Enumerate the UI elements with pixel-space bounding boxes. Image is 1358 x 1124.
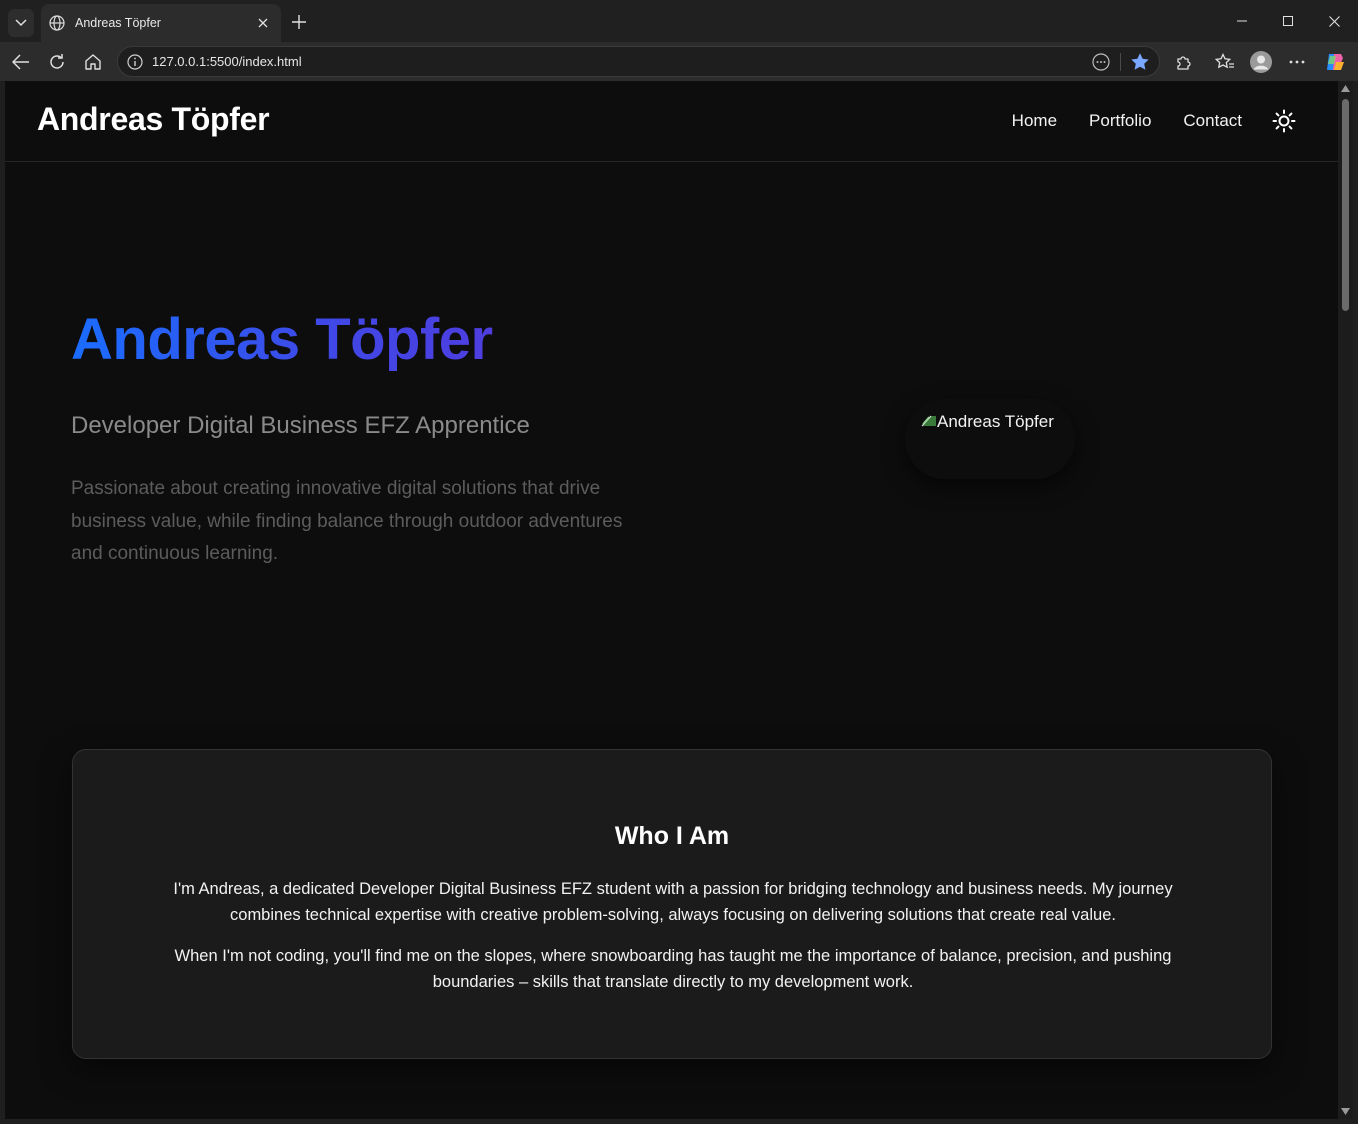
favorite-star-icon[interactable] bbox=[1129, 51, 1151, 73]
nav-home-link[interactable]: Home bbox=[1012, 111, 1057, 131]
scroll-down-arrow-icon[interactable] bbox=[1341, 1108, 1350, 1115]
minimize-icon bbox=[1237, 20, 1247, 22]
hero-subtitle: Developer Digital Business EFZ Apprentic… bbox=[71, 412, 530, 439]
more-horizontal-icon bbox=[1289, 60, 1305, 64]
copilot-icon bbox=[1327, 54, 1344, 70]
copilot-button[interactable] bbox=[1320, 47, 1350, 77]
broken-image-icon bbox=[921, 415, 936, 427]
maximize-button[interactable] bbox=[1265, 0, 1311, 42]
plus-icon bbox=[292, 15, 306, 29]
home-button[interactable] bbox=[78, 47, 108, 77]
reload-icon bbox=[50, 54, 64, 69]
chevron-down-icon bbox=[15, 19, 27, 27]
about-title: Who I Am bbox=[614, 822, 730, 850]
close-icon bbox=[258, 18, 268, 28]
globe-icon bbox=[49, 15, 65, 31]
favorites-icon bbox=[1215, 53, 1234, 69]
site-header: Andreas Töpfer Home Portfolio Contact bbox=[5, 81, 1338, 162]
profile-image: Andreas Töpfer bbox=[905, 399, 1075, 479]
back-button[interactable] bbox=[6, 47, 36, 77]
avatar-icon bbox=[1250, 51, 1272, 73]
browser-tab[interactable]: Andreas Töpfer bbox=[41, 4, 281, 42]
profile-image-alt-text: Andreas Töpfer bbox=[937, 412, 1054, 431]
about-card: Who I Am I'm Andreas, a dedicated Develo… bbox=[72, 749, 1272, 1059]
favorites-button[interactable] bbox=[1210, 47, 1240, 77]
reading-view-icon[interactable] bbox=[1091, 52, 1111, 72]
address-bar[interactable]: 127.0.0.1:5500/index.html bbox=[117, 46, 1160, 77]
main-nav: Home Portfolio Contact bbox=[980, 107, 1298, 135]
reload-button[interactable] bbox=[42, 47, 72, 77]
settings-menu-button[interactable] bbox=[1282, 47, 1312, 77]
puzzle-icon bbox=[1177, 56, 1191, 70]
hero-description: Passionate about creating innovative dig… bbox=[71, 478, 623, 564]
extensions-button[interactable] bbox=[1169, 47, 1199, 77]
theme-toggle-button[interactable] bbox=[1270, 107, 1298, 135]
scroll-up-arrow-icon[interactable] bbox=[1341, 85, 1350, 92]
url-text: 127.0.0.1:5500/index.html bbox=[152, 54, 302, 69]
new-tab-button[interactable] bbox=[287, 10, 311, 34]
about-paragraph-1: I'm Andreas, a dedicated Developer Digit… bbox=[173, 880, 1173, 924]
browser-toolbar: 127.0.0.1:5500/index.html bbox=[0, 42, 1358, 81]
site-logo[interactable]: Andreas Töpfer bbox=[37, 101, 270, 138]
info-icon[interactable] bbox=[126, 53, 144, 71]
about-paragraph-2: When I'm not coding, you'll find me on t… bbox=[174, 947, 1172, 991]
tab-list-button[interactable] bbox=[8, 9, 34, 37]
profile-button[interactable] bbox=[1246, 47, 1276, 77]
page-scrollbar[interactable] bbox=[1338, 81, 1353, 1119]
minimize-button[interactable] bbox=[1219, 0, 1265, 42]
home-icon bbox=[85, 54, 101, 70]
nav-contact-link[interactable]: Contact bbox=[1183, 111, 1242, 131]
hero-title: Andreas Töpfer bbox=[71, 307, 493, 372]
maximize-icon bbox=[1283, 16, 1293, 26]
scrollbar-thumb[interactable] bbox=[1342, 99, 1349, 311]
address-divider bbox=[1120, 53, 1121, 71]
page-viewport: Andreas Töpfer Home Portfolio Contact An… bbox=[5, 81, 1338, 1119]
close-icon bbox=[1328, 15, 1340, 27]
close-window-button[interactable] bbox=[1311, 0, 1357, 42]
browser-tab-bar: Andreas Töpfer bbox=[0, 0, 1358, 42]
nav-portfolio-link[interactable]: Portfolio bbox=[1089, 111, 1151, 131]
sun-icon bbox=[1272, 109, 1296, 133]
tab-close-button[interactable] bbox=[251, 11, 275, 35]
tab-title: Andreas Töpfer bbox=[75, 16, 161, 30]
arrow-left-icon bbox=[12, 54, 29, 70]
